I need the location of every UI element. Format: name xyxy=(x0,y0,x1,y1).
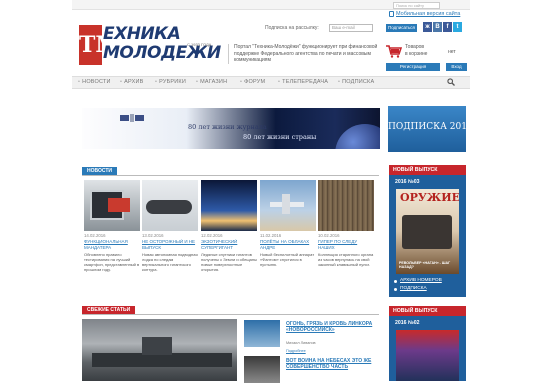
related-thumb[interactable] xyxy=(244,356,280,383)
cart-summary: Товаров в корзине xyxy=(405,44,427,57)
cover-subtitle: РЕВОЛЬВЕР «НАГАН» - ШАГ НАЗАД? xyxy=(399,261,451,269)
mobile-icon xyxy=(389,11,394,17)
news-excerpt: Новый беспилотный аппарат «Фантом» спуст… xyxy=(260,252,315,267)
related-title[interactable]: ОГОНЬ, ГРЯЗЬ И КРОВЬ ЛИНКОРА «НОВОРОССИЙ… xyxy=(286,321,378,333)
new-issue-title-2[interactable]: НОВЫЙ ВЫПУСК xyxy=(389,306,466,316)
cart-count: нет xyxy=(448,49,456,55)
nav-item-news[interactable]: • НОВОСТИ xyxy=(78,79,111,85)
logo-monogram: ТМ xyxy=(79,25,120,65)
main-nav: • НОВОСТИ • АРХИВ • РУБРИКИ • МАГАЗИН • ФОРУМ… xyxy=(72,76,470,89)
nav-item-archive[interactable]: • АРХИВ xyxy=(120,79,144,85)
new-issue-box-2: НОВЫЙ ВЫПУСК 2016 №02 xyxy=(389,306,466,381)
news-image[interactable] xyxy=(318,180,374,231)
banner-line-2: 80 лет жизни страны xyxy=(243,133,317,141)
news-item[interactable]: 14.02.2016 ФУНКЦИОНАЛЬНАЯ МАНДАТЕРА Обно… xyxy=(84,180,140,272)
news-image[interactable] xyxy=(84,180,140,231)
news-title[interactable]: ЭКЗОТИЧЕСКИЙ СУПЕРГИГАНТ xyxy=(201,239,257,250)
news-item[interactable]: 11.02.2016 ПОЛЁТЫ НА ОБЛАКАХ АНДРЕ Новый… xyxy=(260,180,316,267)
news-excerpt: Коллекция старинного органа из часов вер… xyxy=(318,252,374,267)
new-issue-box: НОВЫЙ ВЫПУСК 2016 №03 ОРУЖИЕ РЕВОЛЬВЕР «… xyxy=(389,165,466,297)
facebook-icon[interactable]: f xyxy=(443,22,452,32)
archive-link[interactable]: АРХИВ НОМЕРОВ xyxy=(400,278,442,283)
nav-item-forum[interactable]: • ФОРУМ xyxy=(240,79,265,85)
nav-item-tv[interactable]: • ТЕЛЕПЕРЕДАЧА xyxy=(278,79,328,85)
cart-icon[interactable] xyxy=(385,44,402,58)
news-excerpt: Новая автономная подводная лодка по след… xyxy=(142,252,198,272)
nav-item-subscription[interactable]: • ПОДПИСКА xyxy=(338,79,374,85)
issue-number: 2016 №03 xyxy=(395,179,420,185)
related-author: Михаил Ливанов xyxy=(286,341,316,345)
subscribe-button[interactable]: Подписаться xyxy=(386,24,417,32)
search-icon[interactable] xyxy=(447,78,455,86)
subscribe-email-input[interactable]: Ваш e-mail xyxy=(329,24,373,32)
login-button[interactable]: Вход xyxy=(446,63,467,71)
bullet-icon xyxy=(394,288,397,291)
mobile-version-link[interactable]: Мобильная версия сайта xyxy=(396,11,460,17)
register-button[interactable]: Регистрация xyxy=(386,63,440,71)
search-input[interactable]: Поиск по сайту xyxy=(393,2,440,9)
logo-since: С 1933 ГОДА xyxy=(187,42,212,47)
news-excerpt: Ледяные спутники гигантов получены с Зем… xyxy=(201,252,257,272)
news-title[interactable]: НЕ ОСТОРОЖНЫЙ И НЕ ВЫПУСК xyxy=(142,239,198,250)
cover-title: ОРУЖИЕ xyxy=(400,191,459,204)
issue-number-2: 2016 №02 xyxy=(395,320,420,326)
news-date: 13.02.2016 xyxy=(142,233,164,238)
news-date: 10.02.2016 xyxy=(318,233,340,238)
bullet-icon xyxy=(394,280,397,283)
cart-text-2: в корзине xyxy=(405,50,428,57)
issue-cover[interactable]: ОРУЖИЕ РЕВОЛЬВЕР «НАГАН» - ШАГ НАЗАД? xyxy=(396,189,459,274)
page-margin-left xyxy=(0,0,72,381)
news-item[interactable]: 12.02.2016 ЭКЗОТИЧЕСКИЙ СУПЕРГИГАНТ Ледя… xyxy=(201,180,257,272)
articles-section-title[interactable]: СВЕЖИЕ СТАТЬИ xyxy=(82,306,136,314)
article-image-battleship[interactable] xyxy=(82,319,237,381)
logo-line-1: ЕХНИКА xyxy=(103,24,181,44)
portal-description: Портал "Техника-Молодёжи" функционирует … xyxy=(228,44,382,64)
related-title[interactable]: ВОТ ВОЙНА НА НЕБЕСАХ ЭТО ЖЕ СОВЕРШЕНСТВО… xyxy=(286,358,378,378)
news-date: 14.02.2016 xyxy=(84,233,106,238)
vk-icon[interactable]: В xyxy=(433,22,442,32)
social-icon-1[interactable]: ж xyxy=(423,22,432,32)
nav-item-shop[interactable]: • МАГАЗИН xyxy=(196,79,227,85)
articles-section-header: СВЕЖИЕ СТАТЬИ xyxy=(82,306,379,315)
subscription-ad-text: ПОДПИСКА 2016 xyxy=(388,122,473,132)
related-more-link[interactable]: Подробнее xyxy=(286,349,306,353)
news-image[interactable] xyxy=(260,180,316,231)
new-issue-title[interactable]: НОВЫЙ ВЫПУСК xyxy=(389,165,466,175)
news-title[interactable]: ФУНКЦИОНАЛЬНАЯ МАНДАТЕРА xyxy=(84,239,140,250)
news-date: 11.02.2016 xyxy=(260,233,282,238)
nav-item-rubrics[interactable]: • РУБРИКИ xyxy=(155,79,186,85)
twitter-icon[interactable]: t xyxy=(453,22,462,32)
site-logo[interactable]: ТМ ЕХНИКА МОЛОДЕЖИ С 1933 ГОДА xyxy=(79,24,221,65)
satellite-icon xyxy=(120,114,144,122)
news-image[interactable] xyxy=(142,180,198,231)
anniversary-banner[interactable]: 80 лет жизни журнала 80 лет жизни страны xyxy=(82,108,380,149)
subscription-ad[interactable]: ПОДПИСКА 2016 xyxy=(388,106,473,152)
news-section-title[interactable]: НОВОСТИ xyxy=(82,167,118,175)
news-image[interactable] xyxy=(201,180,257,231)
subscribe-label: Подписка на рассылку: xyxy=(265,25,319,31)
news-item[interactable]: 10.02.2016 ГИПЕР ПО СЛЕДУ НАШИХ Коллекци… xyxy=(318,180,374,267)
news-date: 12.02.2016 xyxy=(201,233,223,238)
news-section-header: НОВОСТИ xyxy=(82,167,379,176)
subscription-link[interactable]: ПОДПИСКА xyxy=(400,286,427,291)
news-excerpt: Обновлено правило тестирования на лучший… xyxy=(84,252,140,272)
banner-line-1: 80 лет жизни журнала xyxy=(188,123,267,131)
news-title[interactable]: ПОЛЁТЫ НА ОБЛАКАХ АНДРЕ xyxy=(260,239,316,250)
news-item[interactable]: 13.02.2016 НЕ ОСТОРОЖНЫЙ И НЕ ВЫПУСК Нов… xyxy=(142,180,198,272)
news-title[interactable]: ГИПЕР ПО СЛЕДУ НАШИХ xyxy=(318,239,374,250)
related-thumb[interactable] xyxy=(244,320,280,347)
banner-planet xyxy=(335,124,380,149)
issue-cover-2[interactable] xyxy=(396,330,459,381)
